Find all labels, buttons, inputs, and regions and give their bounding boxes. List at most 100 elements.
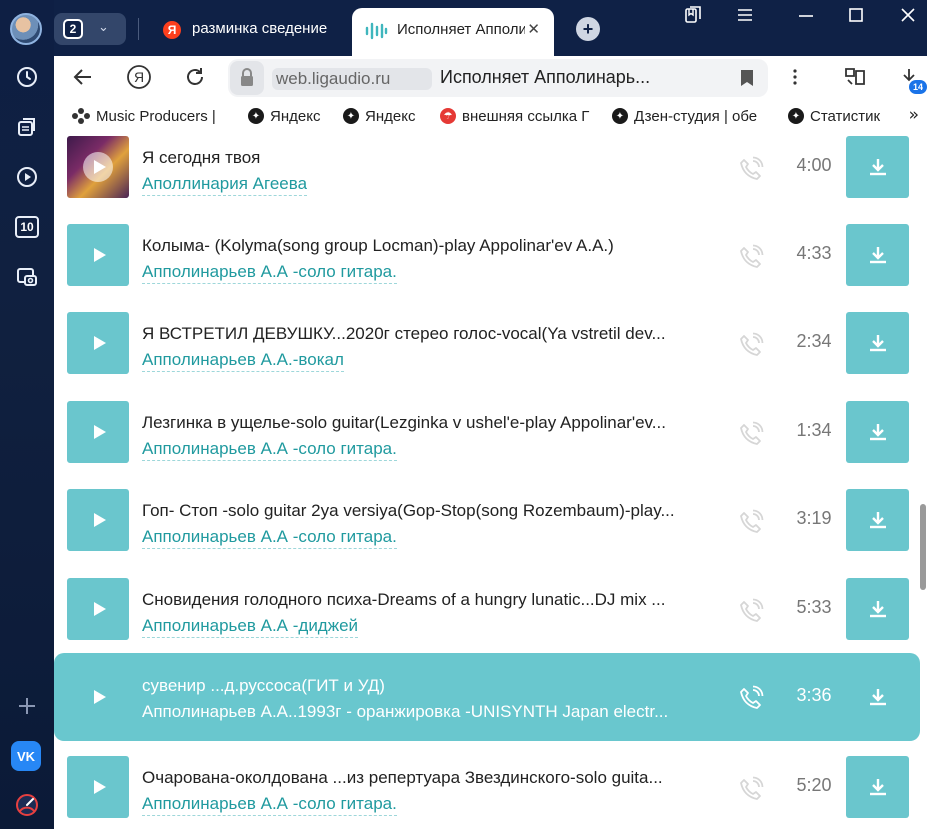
download-icon bbox=[869, 601, 886, 618]
bookmark-dzen-studio[interactable]: ✦ Дзен-студия | обе bbox=[612, 106, 774, 126]
menu-icon[interactable] bbox=[736, 6, 754, 28]
sparkle-icon: ✦ bbox=[248, 108, 264, 124]
ringtone-phone-icon[interactable] bbox=[738, 776, 764, 802]
album-cover-play-button[interactable] bbox=[67, 136, 129, 198]
tab-count-badge: 2 bbox=[63, 19, 83, 39]
more-vertical-icon[interactable] bbox=[780, 62, 810, 92]
address-bar[interactable]: web.ligaudio.ru Исполняет Апполинарь... bbox=[228, 59, 768, 97]
play-icon bbox=[94, 336, 106, 350]
tab-ligaudio[interactable]: Исполняет Апполинарь ✕ bbox=[352, 8, 554, 56]
page-title: Исполняет Апполинарь... bbox=[440, 67, 651, 87]
bookmark-statistics[interactable]: ✦ Статистик bbox=[788, 106, 888, 126]
track-artist-link[interactable]: Апполинарьев А.А..1993г - оранжировка -U… bbox=[142, 702, 668, 723]
track-title[interactable]: Очарована-околдована ...из репертуара Зв… bbox=[142, 768, 717, 788]
track-row[interactable]: Я ВСТРЕТИЛ ДЕВУШКУ...2020г стерео голос-… bbox=[54, 312, 920, 400]
track-artist-link[interactable]: Апполинарьев А.А -диджей bbox=[142, 616, 359, 638]
track-artist-link[interactable]: Аполлинария Агеева bbox=[142, 174, 308, 196]
minimize-icon[interactable] bbox=[798, 6, 814, 28]
bookmark-external-link[interactable]: ☂ внешняя ссылка Г bbox=[440, 106, 598, 126]
lock-icon[interactable] bbox=[230, 61, 264, 95]
extensions-icon[interactable] bbox=[840, 62, 870, 92]
play-button[interactable] bbox=[67, 756, 129, 818]
add-panel-icon[interactable] bbox=[9, 688, 45, 724]
download-button[interactable] bbox=[846, 489, 909, 551]
play-button[interactable] bbox=[67, 224, 129, 286]
download-icon bbox=[869, 159, 886, 176]
track-artist-link[interactable]: Апполинарьев А.А -соло гитара. bbox=[142, 262, 397, 284]
tab-group-button[interactable]: 2 ⌄ bbox=[54, 13, 126, 45]
yandex-button-icon[interactable]: Я bbox=[124, 62, 154, 92]
maximize-icon[interactable] bbox=[848, 6, 864, 28]
ringtone-phone-icon[interactable] bbox=[738, 598, 764, 624]
play-button[interactable] bbox=[67, 401, 129, 463]
track-row[interactable]: Очарована-околдована ...из репертуара Зв… bbox=[54, 756, 920, 829]
bookmark-label: Яндекс bbox=[365, 107, 416, 125]
scrollbar[interactable] bbox=[919, 132, 927, 829]
play-button[interactable] bbox=[67, 312, 129, 374]
ringtone-phone-icon[interactable] bbox=[738, 156, 764, 182]
new-tab-button[interactable]: + bbox=[576, 17, 600, 41]
track-row[interactable]: Гоп- Стоп -solo guitar 2ya versiya(Gop-S… bbox=[54, 489, 920, 577]
close-tab-icon[interactable]: ✕ bbox=[527, 20, 540, 38]
profile-avatar[interactable] bbox=[10, 13, 42, 45]
url-host[interactable]: web.ligaudio.ru bbox=[272, 68, 432, 90]
vk-icon[interactable]: VK bbox=[11, 741, 41, 771]
scrollbar-thumb[interactable] bbox=[920, 504, 926, 590]
bookmarks-overflow-icon[interactable]: » bbox=[909, 105, 919, 125]
download-button[interactable] bbox=[846, 666, 909, 728]
track-row[interactable]: Колыма- (Kolyma(song group Locman)-play … bbox=[54, 224, 920, 312]
svg-text:Я: Я bbox=[134, 69, 144, 85]
track-artist-link[interactable]: Апполинарьев А.А -соло гитара. bbox=[142, 527, 397, 549]
bookmark-yandex-1[interactable]: ✦ Яндекс bbox=[248, 106, 330, 126]
download-button[interactable] bbox=[846, 756, 909, 818]
screenshot-icon[interactable] bbox=[9, 259, 45, 295]
play-button[interactable] bbox=[67, 666, 129, 728]
download-button[interactable] bbox=[846, 578, 909, 640]
downloads-count-badge: 14 bbox=[909, 80, 927, 94]
download-button[interactable] bbox=[846, 224, 909, 286]
play-icon bbox=[94, 780, 106, 794]
bookmark-music-producers[interactable]: Music Producers | bbox=[72, 106, 232, 126]
track-duration: 1:34 bbox=[796, 420, 832, 440]
ringtone-phone-icon[interactable] bbox=[738, 421, 764, 447]
bookmark-yandex-2[interactable]: ✦ Яндекс bbox=[343, 106, 425, 126]
download-button[interactable] bbox=[846, 401, 909, 463]
download-icon bbox=[869, 689, 886, 706]
track-title[interactable]: Колыма- (Kolyma(song group Locman)-play … bbox=[142, 236, 717, 256]
track-title[interactable]: Я ВСТРЕТИЛ ДЕВУШКУ...2020г стерео голос-… bbox=[142, 324, 717, 344]
back-arrow-icon[interactable] bbox=[68, 62, 98, 92]
ringtone-phone-icon[interactable] bbox=[738, 685, 764, 711]
track-title[interactable]: Лезгинка в ущелье-solo guitar(Lezginka v… bbox=[142, 413, 717, 433]
track-artist-link[interactable]: Апполинарьев А.А.-вокал bbox=[142, 350, 344, 372]
track-title[interactable]: Сновидения голодного психа-Dreams of a h… bbox=[142, 590, 717, 610]
track-title[interactable]: Я сегодня твоя bbox=[142, 148, 717, 168]
ringtone-phone-icon[interactable] bbox=[738, 509, 764, 535]
track-row[interactable]: сувенир ...д.руссоса(ГИТ и УД) Апполинар… bbox=[54, 653, 920, 741]
speedometer-icon[interactable] bbox=[9, 787, 45, 823]
browser-window: 10 VK 2 ⌄ Я разминка сведение Исполняет … bbox=[0, 0, 927, 829]
track-title[interactable]: сувенир ...д.руссоса(ГИТ и УД) bbox=[142, 676, 717, 696]
track-title[interactable]: Гоп- Стоп -solo guitar 2ya versiya(Gop-S… bbox=[142, 501, 717, 521]
tab-yandex[interactable]: Я разминка сведение bbox=[152, 10, 352, 50]
bookmark-flag-icon[interactable] bbox=[740, 69, 754, 91]
play-icon bbox=[94, 690, 106, 704]
reload-icon[interactable] bbox=[180, 62, 210, 92]
download-button[interactable] bbox=[846, 312, 909, 374]
download-button[interactable] bbox=[846, 136, 909, 198]
bookmarks-bar: Music Producers | ✦ Яндекс ✦ Яндекс ☂ вн… bbox=[54, 100, 927, 132]
play-button[interactable] bbox=[67, 578, 129, 640]
ringtone-phone-icon[interactable] bbox=[738, 244, 764, 270]
track-row[interactable]: Лезгинка в ущелье-solo guitar(Lezginka v… bbox=[54, 401, 920, 489]
bookmarks-manager-icon[interactable] bbox=[684, 6, 702, 28]
track-artist-link[interactable]: Апполинарьев А.А -соло гитара. bbox=[142, 439, 397, 461]
close-window-icon[interactable] bbox=[900, 6, 916, 28]
track-artist-link[interactable]: Апполинарьев А.А -соло гитара. bbox=[142, 794, 397, 816]
track-row[interactable]: Я сегодня твоя Аполлинария Агеева 4:00 bbox=[54, 136, 920, 224]
bookmark-label: Дзен-студия | обе bbox=[634, 107, 758, 125]
collections-icon[interactable] bbox=[9, 109, 45, 145]
video-play-icon[interactable] bbox=[9, 159, 45, 195]
play-button[interactable] bbox=[67, 489, 129, 551]
history-icon[interactable] bbox=[9, 59, 45, 95]
ringtone-phone-icon[interactable] bbox=[738, 332, 764, 358]
counter-10-icon[interactable]: 10 bbox=[9, 209, 45, 245]
